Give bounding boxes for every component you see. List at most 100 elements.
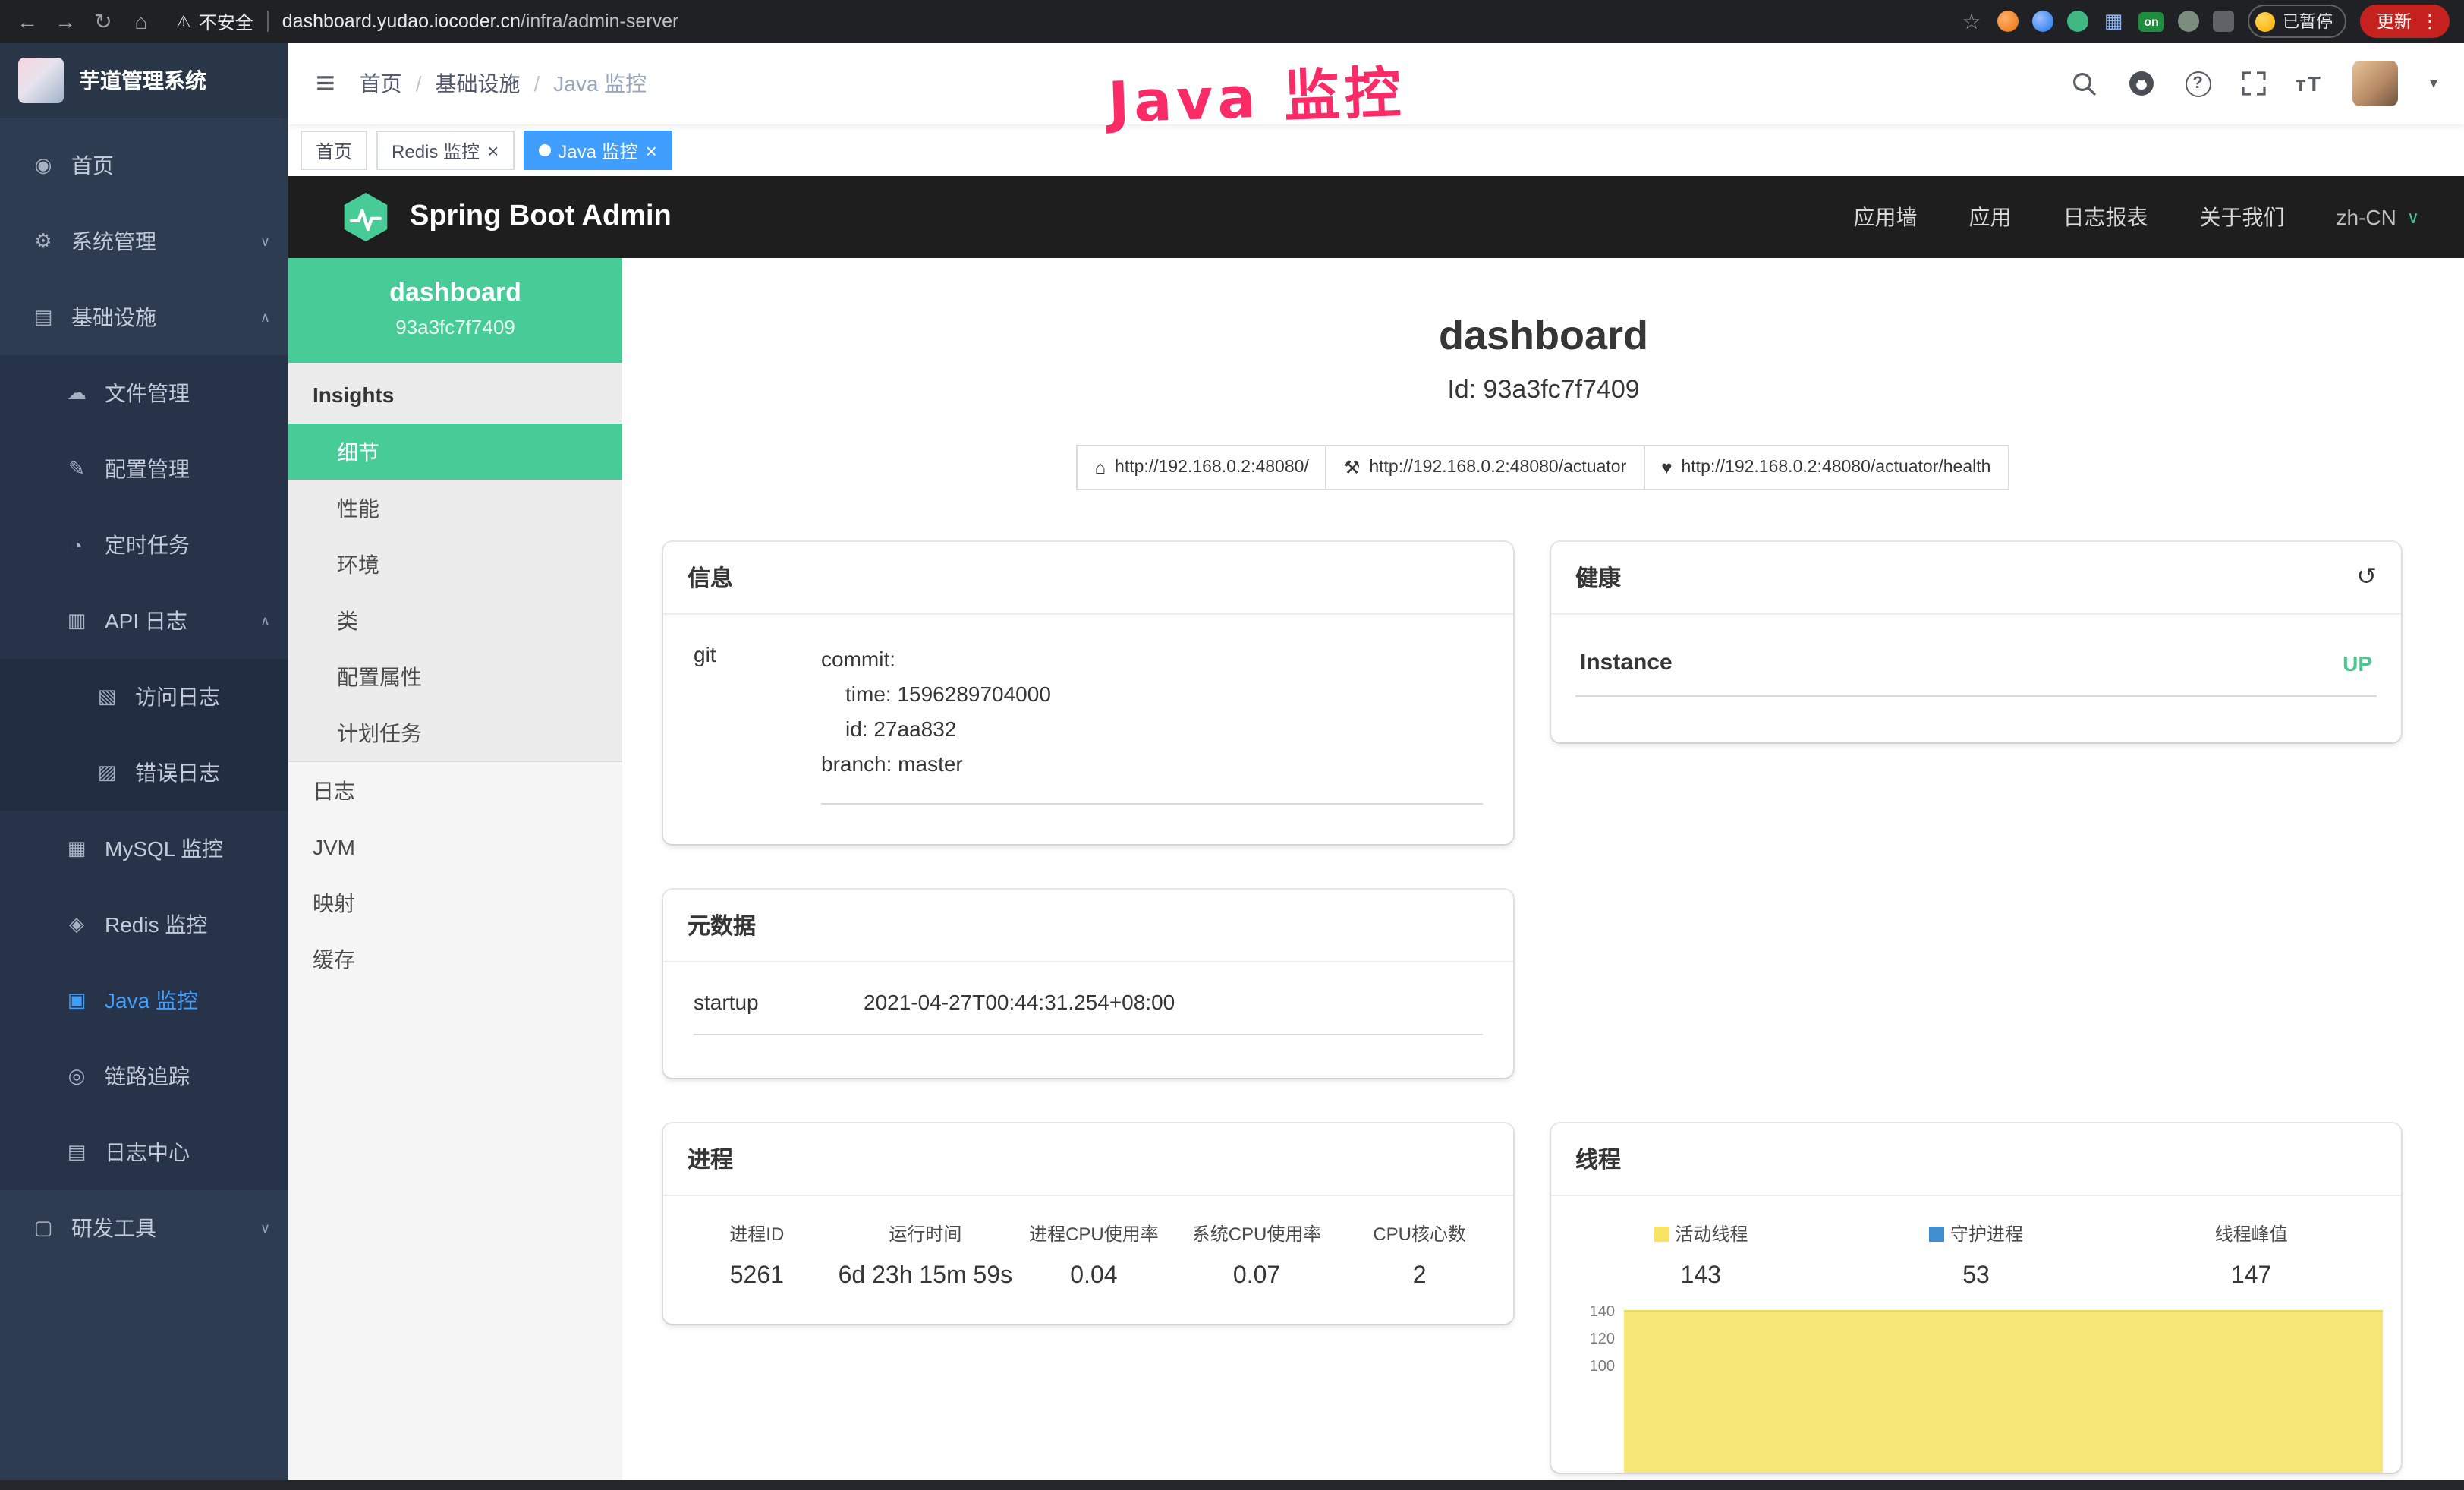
extensions-puzzle-icon[interactable] [2213,11,2234,32]
sba-nav-about[interactable]: 关于我们 [2200,202,2285,232]
url-path: /infra/admin-server [521,11,678,32]
sba-item-logs[interactable]: 日志 [288,762,622,818]
sba-item-jvm[interactable]: JVM [288,818,622,874]
close-icon[interactable]: × [646,140,657,160]
browser-menu-icon[interactable]: ⋮ [2421,11,2439,32]
history-icon[interactable]: ↺ [2356,565,2377,590]
stat-value: 6d 23h 15m 59s [839,1263,1013,1290]
sba-item-caches[interactable]: 缓存 [288,931,622,987]
sba-item-details[interactable]: 细节 [288,424,622,480]
github-icon[interactable] [2127,70,2154,97]
edit-icon: ✎ [64,457,90,481]
instance-links: ⌂ http://192.168.0.2:48080/ ⚒ http://192… [622,445,2464,490]
sidebar-item-dev-tools[interactable]: ▢ 研发工具 ∨ [0,1190,288,1266]
sidebar-item-error-logs[interactable]: ▨ 错误日志 [0,735,288,811]
breadcrumb: 首页 / 基础设施 / Java 监控 [360,68,647,99]
menu-label: 定时任务 [105,530,190,560]
sba-item-scheduled-tasks[interactable]: 计划任务 [288,704,622,761]
sba-item-classes[interactable]: 类 [288,592,622,648]
daemon-threads-marker [1929,1226,1944,1241]
status-badge: UP [2343,650,2372,675]
address-bar[interactable]: dashboard.yudao.iocoder.cn/infra/admin-s… [282,11,679,32]
sidebar-item-mysql-monitor[interactable]: ▦ MySQL 监控 [0,811,288,887]
tab-redis-monitor[interactable]: Redis 监控 × [376,131,514,170]
infra-icon: ▤ [30,305,56,329]
trace-icon: ◎ [64,1064,90,1088]
update-browser-button[interactable]: 更新 ⋮ [2360,5,2450,38]
font-size-icon[interactable]: тT [2296,71,2322,96]
sidebar-item-file-manage[interactable]: ☁ 文件管理 [0,355,288,431]
sidebar-item-log-center[interactable]: ▤ 日志中心 [0,1114,288,1190]
sidebar-item-api-logs[interactable]: ▥ API 日志 ∧ [0,583,288,659]
home-icon: ⌂ [1095,457,1106,478]
sba-nav-journal[interactable]: 日志报表 [2063,202,2148,232]
sidebar-item-cron-jobs[interactable]: ◔ 定时任务 [0,507,288,583]
sidebar-item-infra[interactable]: ▤ 基础设施 ∧ [0,279,288,355]
tab-java-monitor[interactable]: Java 监控 × [523,131,672,170]
health-instance-label: Instance [1580,650,1673,676]
sidebar-item-system[interactable]: ⚙ 系统管理 ∨ [0,203,288,279]
sba-item-environment[interactable]: 环境 [288,536,622,592]
database-icon: ▦ [64,836,90,861]
instance-header[interactable]: dashboard 93a3fc7f7409 [288,258,622,363]
threads-card-title: 线程 [1575,1143,1621,1175]
extension-vue-icon[interactable] [2067,11,2088,32]
service-url: http://192.168.0.2:48080/ [1115,458,1309,477]
security-chip[interactable]: ⚠ 不安全 [176,8,253,34]
close-icon[interactable]: × [487,140,499,160]
stat-value: 143 [1563,1263,1839,1290]
actuator-url-button[interactable]: ⚒ http://192.168.0.2:48080/actuator [1326,445,1644,490]
sba-nav-wallboard[interactable]: 应用墙 [1854,202,1918,232]
extension-fox-icon[interactable] [1997,11,2019,32]
sidebar-item-access-logs[interactable]: ▧ 访问日志 [0,659,288,735]
search-icon[interactable] [2071,71,2097,96]
extension-on-badge[interactable]: on [2138,11,2164,31]
threads-chart: 140 120 100 [1551,1306,2401,1473]
sba-item-mappings[interactable]: 映射 [288,874,622,931]
sba-nav-applications[interactable]: 应用 [1969,202,2012,232]
app-logo-row[interactable]: 芋道管理系统 [0,43,288,118]
stat-value: 147 [2113,1263,2389,1290]
user-avatar[interactable] [2352,61,2398,106]
y-tick: 140 [1551,1306,1624,1333]
admin-sidebar: 芋道管理系统 ◉ 首页 ⚙ 系统管理 ∨ ▤ 基础设施 ∧ ☁ [0,43,288,1490]
extension-drop-icon[interactable] [2032,11,2053,32]
extension-leaf-icon[interactable] [2178,11,2199,32]
sidebar-item-java-monitor[interactable]: ▣ Java 监控 [0,962,288,1038]
hamburger-icon[interactable]: ≡ [316,67,335,100]
metadata-row: startup 2021-04-27T00:44:31.254+08:00 [694,990,1483,1035]
sidebar-item-config-manage[interactable]: ✎ 配置管理 [0,431,288,507]
info-card-title: 信息 [688,562,733,594]
cards-row-1: 信息 git commit: time: 1596289704000 [663,542,2464,844]
back-icon[interactable]: ← [15,9,39,33]
browser-chrome: ← → ↻ ⌂ ⚠ 不安全 dashboard.yudao.iocoder.cn… [0,0,2464,43]
bookmark-star-icon[interactable]: ☆ [1959,8,1984,34]
help-icon[interactable]: ? [2185,71,2211,96]
sidebar-item-home[interactable]: ◉ 首页 [0,128,288,203]
service-url-button[interactable]: ⌂ http://192.168.0.2:48080/ [1077,445,1327,490]
gear-icon: ⚙ [30,229,56,254]
tab-home[interactable]: 首页 [301,131,367,170]
paused-badge[interactable]: 已暂停 [2248,5,2346,38]
health-url-button[interactable]: ♥ http://192.168.0.2:48080/actuator/heal… [1643,445,2009,490]
browser-home-icon[interactable]: ⌂ [129,9,153,33]
threads-stats: 活动线程 143 守护进程 [1551,1196,2401,1303]
fullscreen-icon[interactable] [2241,71,2265,96]
avatar-caret-icon[interactable]: ▾ [2430,75,2437,92]
window-bottom-edge [0,1480,2464,1490]
refresh-icon[interactable]: ↻ [91,8,115,34]
extension-grid-icon[interactable]: ▦ [2102,9,2125,33]
forward-icon[interactable]: → [53,9,77,33]
sba-item-config-props[interactable]: 配置属性 [288,648,622,704]
sba-item-metrics[interactable]: 性能 [288,480,622,536]
sidebar-item-redis-monitor[interactable]: ◈ Redis 监控 [0,887,288,962]
breadcrumb-home[interactable]: 首页 [360,68,402,99]
health-icon: ♥ [1661,457,1672,478]
language-selector[interactable]: zh-CN ∨ [2337,205,2419,229]
chevron-down-icon: ∨ [260,1220,270,1236]
sidebar-item-tracing[interactable]: ◎ 链路追踪 [0,1038,288,1114]
info-line: commit: [821,642,1483,677]
breadcrumb-separator: / [416,71,422,96]
stat-label-text: 守护进程 [1950,1221,2023,1246]
breadcrumb-infra[interactable]: 基础设施 [435,68,520,99]
